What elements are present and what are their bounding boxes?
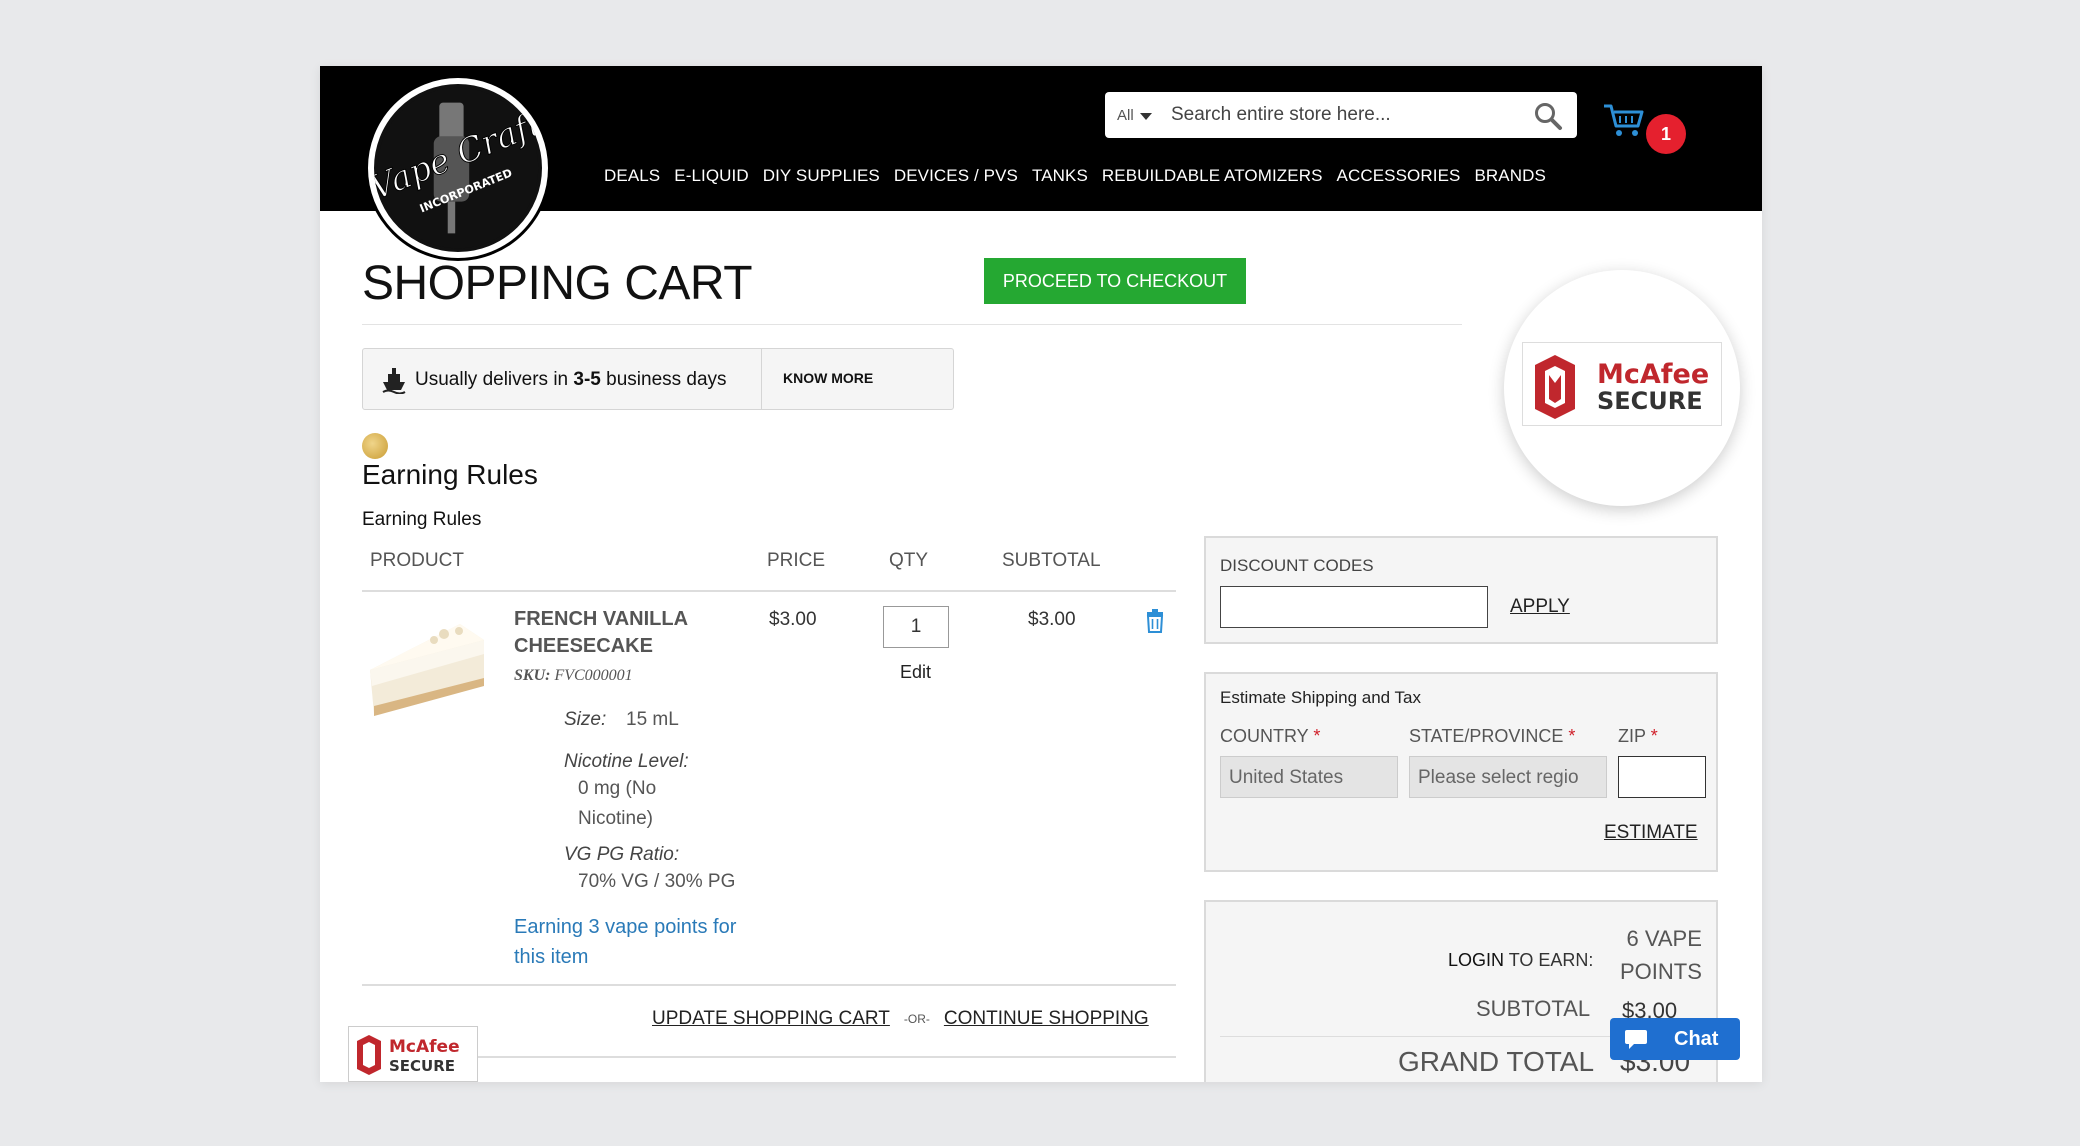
divider	[362, 590, 1176, 592]
nav-rebuildable-atomizers[interactable]: REBUILDABLE ATOMIZERS	[1102, 166, 1323, 186]
item-price: $3.00	[769, 609, 817, 630]
earning-line: this item	[514, 946, 589, 968]
continue-shopping-button[interactable]: CONTINUE SHOPPING	[944, 1008, 1149, 1030]
column-header-product: PRODUCT	[370, 550, 464, 571]
state-select[interactable]: Please select regio	[1409, 756, 1607, 798]
proceed-to-checkout-button[interactable]: PROCEED TO CHECKOUT	[984, 258, 1246, 304]
column-header-qty: QTY	[889, 550, 929, 571]
search-bar: All	[1105, 92, 1577, 138]
option-value-size: 15 mL	[626, 709, 679, 730]
option-label-nicotine: Nicotine Level:	[564, 751, 689, 772]
discount-codes-panel: DISCOUNT CODES APPLY	[1204, 536, 1718, 644]
main-nav: DEALS E-LIQUID DIY SUPPLIES DEVICES / PV…	[604, 166, 1546, 186]
state-label: STATE/PROVINCE *	[1409, 726, 1576, 746]
chevron-down-icon	[1139, 112, 1152, 120]
points-line: 6 VAPE	[1626, 926, 1702, 951]
quantity-input[interactable]	[883, 606, 949, 648]
option-value-vgpg: 70% VG / 30% PG	[578, 871, 736, 892]
vapecraft-logo[interactable]: Vape Craft INCORPORATED	[368, 78, 548, 258]
column-header-subtotal: SUBTOTAL	[1002, 550, 1101, 571]
divider	[362, 1056, 1176, 1058]
trash-icon[interactable]	[1145, 609, 1165, 633]
nav-deals[interactable]: DEALS	[604, 166, 660, 186]
zip-input[interactable]	[1618, 756, 1706, 798]
option-label-vgpg: VG PG Ratio:	[564, 844, 680, 865]
nav-brands[interactable]: BRANDS	[1474, 166, 1545, 186]
page-title: SHOPPING CART	[362, 257, 753, 310]
column-header-price: PRICE	[767, 550, 826, 571]
country-select[interactable]: United States	[1220, 756, 1398, 798]
delivery-message: Usually delivers in 3-5 business days	[415, 369, 727, 390]
product-name-line: CHEESECAKE	[514, 635, 653, 657]
mcafee-logo: McAfee SECURE	[1522, 342, 1722, 426]
estimate-shipping-panel: Estimate Shipping and Tax COUNTRY * STAT…	[1204, 672, 1718, 872]
search-scope-select[interactable]: All	[1117, 107, 1152, 124]
or-separator: -OR-	[903, 1012, 930, 1026]
svg-text:McAfee: McAfee	[1597, 359, 1709, 390]
chat-label: Chat	[1674, 1028, 1719, 1050]
browser-window: All 1 DEALS E-LIQUID DIY SUPPLIES DEVICE…	[320, 66, 1762, 1082]
divider	[362, 324, 1462, 325]
edit-item-link[interactable]: Edit	[900, 662, 931, 683]
earn-points-value: 6 VAPE POINTS	[1620, 922, 1702, 988]
country-label: COUNTRY *	[1220, 726, 1321, 746]
chat-button[interactable]: Chat	[1610, 1018, 1740, 1060]
subtotal-label: SUBTOTAL	[1476, 996, 1591, 1021]
chat-bubble-icon	[1625, 1030, 1647, 1049]
nav-diy-supplies[interactable]: DIY SUPPLIES	[763, 166, 880, 186]
login-link[interactable]: LOGIN	[1448, 950, 1504, 970]
cart-count-badge[interactable]: 1	[1646, 114, 1686, 154]
product-sku: SKU: FVC000001	[514, 667, 633, 684]
zip-label: ZIP *	[1618, 726, 1658, 746]
update-shopping-cart-button[interactable]: UPDATE SHOPPING CART	[652, 1008, 890, 1030]
search-input[interactable]	[1171, 100, 1511, 130]
product-name[interactable]: FRENCH VANILLA CHEESECAKE	[514, 606, 754, 660]
estimate-button[interactable]: ESTIMATE	[1604, 822, 1698, 844]
nav-tanks[interactable]: TANKS	[1032, 166, 1088, 186]
svg-text:McAfee: McAfee	[389, 1037, 460, 1057]
option-value-line: Nicotine)	[578, 808, 653, 829]
svg-text:SECURE: SECURE	[389, 1057, 455, 1075]
cart-actions: UPDATE SHOPPING CART -OR- CONTINUE SHOPP…	[652, 1008, 1149, 1030]
option-value-nicotine: 0 mg (No Nicotine)	[578, 774, 656, 834]
nav-devices[interactable]: DEVICES / PVS	[894, 166, 1018, 186]
discount-code-input[interactable]	[1220, 586, 1488, 628]
estimate-shipping-title: Estimate Shipping and Tax	[1220, 688, 1421, 707]
discount-codes-label: DISCOUNT CODES	[1220, 556, 1374, 575]
mcafee-secure-badge[interactable]: McAfee SECURE	[348, 1026, 478, 1082]
svg-text:SECURE: SECURE	[1597, 387, 1703, 415]
item-earning-points: Earning 3 vape points for this item	[514, 912, 774, 972]
delivery-notice: Usually delivers in 3-5 business days KN…	[362, 348, 954, 410]
product-name-line: FRENCH VANILLA	[514, 608, 689, 630]
ship-icon	[382, 368, 406, 394]
option-value-line: 0 mg (No	[578, 778, 657, 799]
coin-icon	[362, 433, 388, 459]
option-label-size: Size:	[564, 709, 607, 730]
divider	[761, 349, 762, 409]
apply-discount-button[interactable]: APPLY	[1510, 596, 1570, 618]
know-more-button[interactable]: KNOW MORE	[783, 370, 873, 386]
search-icon[interactable]	[1533, 101, 1563, 131]
login-to-earn: LOGIN TO EARN:	[1448, 950, 1594, 970]
item-subtotal: $3.00	[1028, 609, 1076, 630]
earning-rules-heading: Earning Rules	[362, 459, 538, 490]
product-thumbnail[interactable]	[364, 606, 492, 734]
points-line: POINTS	[1620, 959, 1702, 984]
mcafee-secure-seal[interactable]: McAfee SECURE	[1504, 270, 1740, 506]
nav-accessories[interactable]: ACCESSORIES	[1337, 166, 1461, 186]
earning-line: Earning 3 vape points for	[514, 916, 737, 938]
earning-rules-text: Earning Rules	[362, 509, 482, 530]
cart-icon[interactable]	[1602, 102, 1646, 138]
divider	[362, 984, 1176, 986]
nav-e-liquid[interactable]: E-LIQUID	[674, 166, 748, 186]
grand-total-label: GRAND TOTAL	[1398, 1046, 1595, 1077]
